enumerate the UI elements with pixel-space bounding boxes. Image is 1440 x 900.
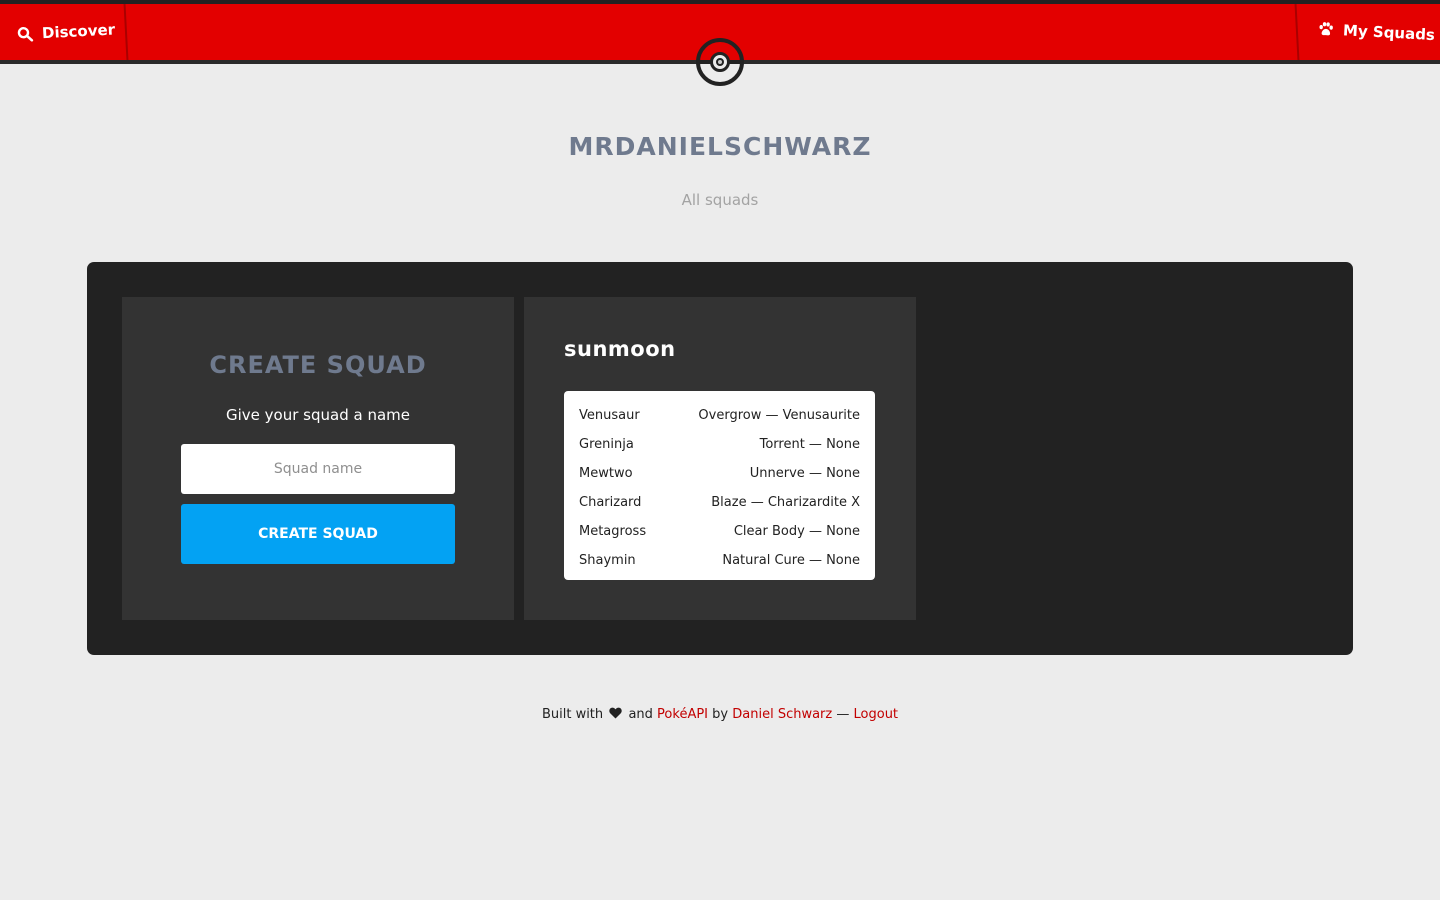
footer-built-with: Built with (541, 707, 604, 722)
pokemon-name: Shaymin (579, 553, 636, 568)
pokemon-details: Clear Body — None (733, 524, 860, 539)
footer-and: and (628, 707, 653, 722)
squad-member-row: Mewtwo Unnerve — None (579, 459, 860, 488)
footer-dash: — (836, 707, 850, 722)
pokemon-details: Overgrow — Venusaurite (698, 408, 860, 423)
pokeapi-link[interactable]: PokéAPI (657, 707, 708, 722)
paw-icon (1318, 21, 1335, 38)
my-squads-label: My Squads (1342, 21, 1436, 45)
squad-member-row: Shaymin Natural Cure — None (579, 546, 860, 575)
author-link[interactable]: Daniel Schwarz (732, 707, 832, 722)
squads-board: CREATE SQUAD Give your squad a name CREA… (87, 262, 1353, 655)
pokemon-details: Torrent — None (759, 437, 860, 452)
footer: Built with and PokéAPI by Daniel Schwarz… (0, 707, 1440, 723)
create-squad-button[interactable]: CREATE SQUAD (181, 504, 455, 564)
squad-member-row: Venusaur Overgrow — Venusaurite (579, 401, 860, 430)
squad-card[interactable]: sunmoon Venusaur Overgrow — Venusaurite … (524, 297, 916, 620)
my-squads-nav-link[interactable]: My Squads (1317, 1, 1437, 63)
footer-by: by (712, 707, 729, 722)
squad-member-row: Metagross Clear Body — None (579, 517, 860, 546)
discover-nav-link[interactable]: Discover (16, 1, 117, 62)
squad-name: sunmoon (564, 337, 676, 361)
pokeball-button (710, 52, 730, 72)
discover-label: Discover (41, 20, 116, 43)
pokemon-name: Mewtwo (579, 466, 633, 481)
page-subtitle: All squads (681, 191, 759, 209)
create-squad-title: CREATE SQUAD (209, 351, 427, 379)
pokemon-name: Charizard (579, 495, 642, 510)
search-icon (17, 26, 34, 43)
squad-member-list: Venusaur Overgrow — Venusaurite Greninja… (564, 391, 875, 580)
pokeball-icon[interactable] (696, 38, 744, 86)
logout-link[interactable]: Logout (854, 707, 899, 722)
page-title: MRDANIELSCHWARZ (568, 132, 872, 161)
heart-icon (609, 707, 622, 723)
pokemon-name: Venusaur (579, 408, 640, 423)
create-squad-card: CREATE SQUAD Give your squad a name CREA… (122, 297, 514, 620)
squad-name-input[interactable] (181, 444, 455, 494)
pokemon-name: Metagross (579, 524, 647, 539)
squad-member-row: Charizard Blaze — Charizardite X (579, 488, 860, 517)
pokemon-details: Unnerve — None (749, 466, 860, 481)
squad-member-row: Greninja Torrent — None (579, 430, 860, 459)
pokemon-details: Blaze — Charizardite X (711, 495, 860, 510)
pokemon-name: Greninja (579, 437, 634, 452)
pokemon-details: Natural Cure — None (722, 553, 860, 568)
create-squad-hint: Give your squad a name (226, 406, 410, 424)
